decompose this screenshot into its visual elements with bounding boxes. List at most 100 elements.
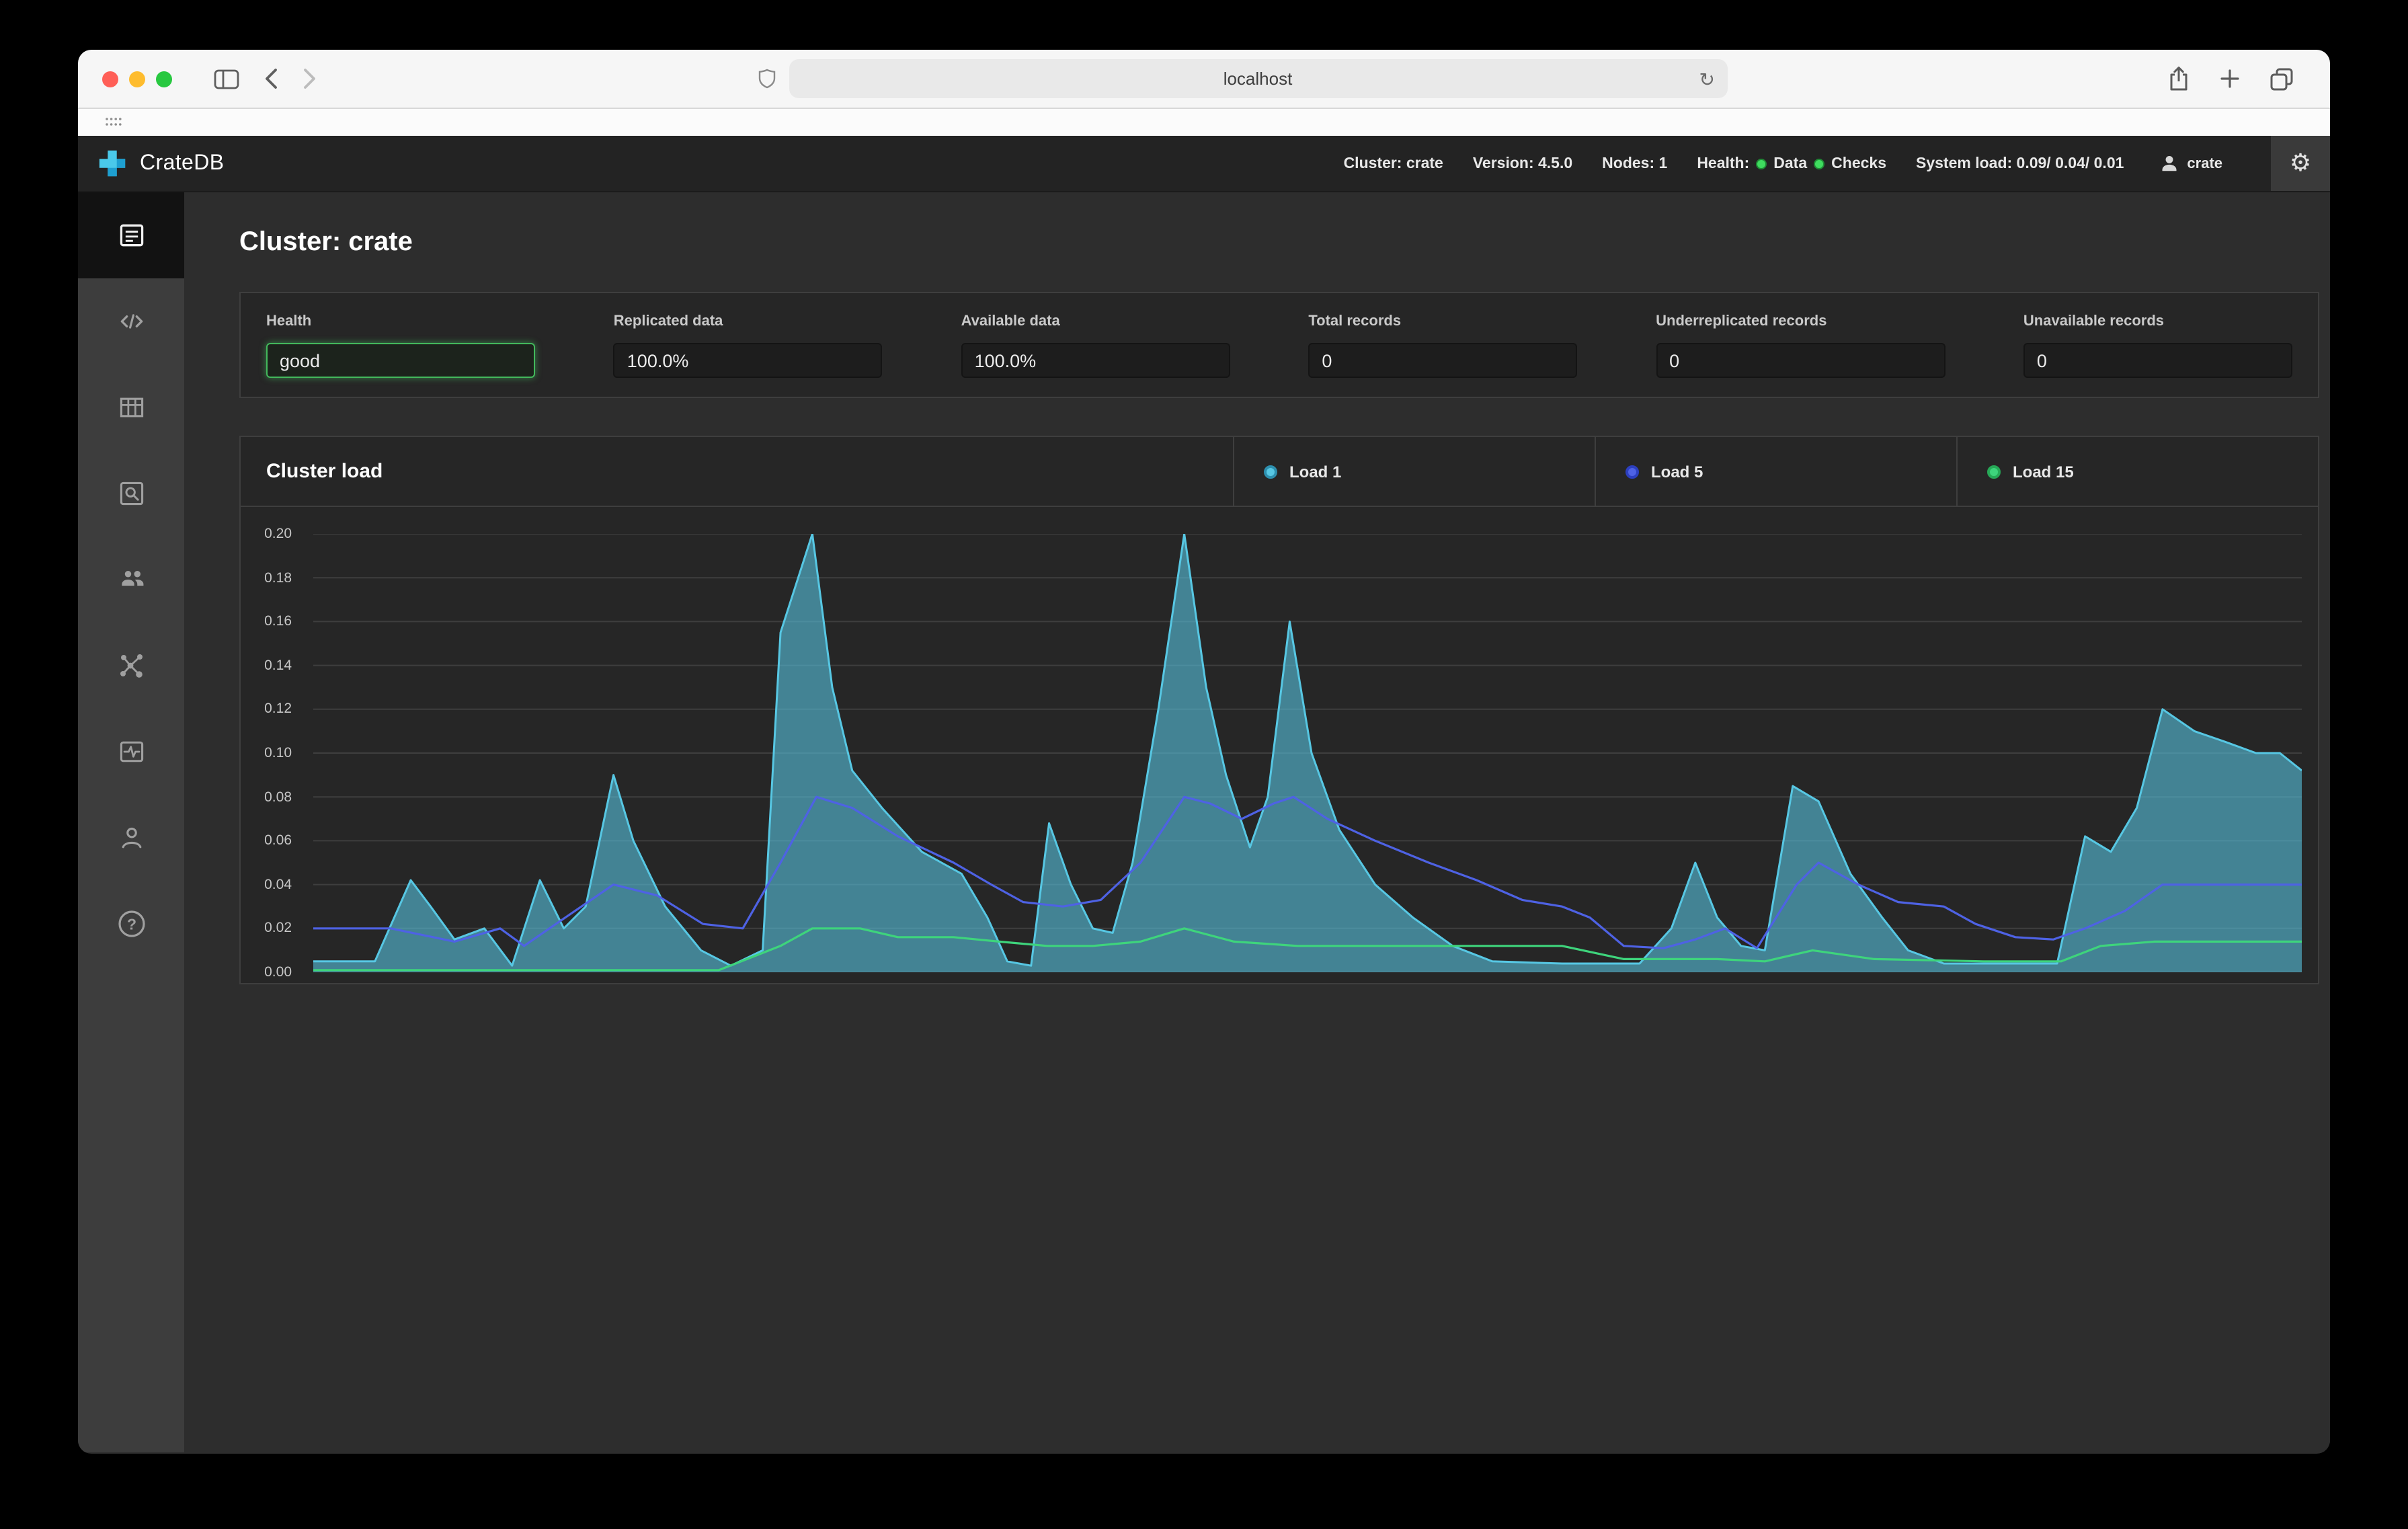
legend-label: Load 1 bbox=[1289, 462, 1342, 481]
reload-icon[interactable]: ↻ bbox=[1699, 69, 1715, 88]
browser-window: localhost ↻ CrateDB Cluster: crate Versi… bbox=[78, 50, 2330, 1454]
stat-label: Available data bbox=[961, 313, 1060, 329]
cratedb-app: CrateDB Cluster: crate Version: 4.5.0 No… bbox=[78, 136, 2330, 1452]
navbar-metrics: Cluster: crate Version: 4.5.0 Nodes: 1 H… bbox=[1344, 136, 2330, 191]
legend-dot bbox=[1987, 465, 2001, 478]
privacy-shield-icon[interactable] bbox=[758, 69, 775, 89]
user-icon bbox=[2159, 153, 2179, 173]
tab-overview-icon[interactable] bbox=[2270, 67, 2294, 91]
underreplicated-records-field[interactable] bbox=[1656, 343, 1945, 378]
brand-name: CrateDB bbox=[140, 151, 225, 174]
stat-label: Total records bbox=[1308, 313, 1402, 329]
sidebar-item-views[interactable] bbox=[78, 450, 184, 537]
y-axis-tick: 0.14 bbox=[264, 657, 292, 674]
total-records-field[interactable] bbox=[1308, 343, 1578, 378]
replicated-data-field[interactable] bbox=[613, 343, 883, 378]
cluster-load-header: Cluster load Load 1 Load 5 Load 15 bbox=[241, 437, 2318, 507]
y-axis-tick: 0.08 bbox=[264, 789, 292, 806]
toolbar-right bbox=[2155, 66, 2306, 91]
app-sidebar: ? bbox=[78, 192, 184, 1452]
address-bar[interactable]: localhost ↻ bbox=[789, 59, 1727, 98]
console-icon bbox=[115, 307, 147, 336]
back-icon[interactable] bbox=[264, 67, 278, 90]
stat-unavailable-records: Unavailable records bbox=[2023, 313, 2292, 378]
checks-health-dot-icon bbox=[1814, 158, 1825, 169]
grid-dots-icon[interactable] bbox=[105, 117, 122, 128]
sidebar-toggle-icon[interactable] bbox=[214, 68, 239, 89]
cluster-load-chart bbox=[313, 534, 2302, 972]
app-navbar: CrateDB Cluster: crate Version: 4.5.0 No… bbox=[78, 136, 2330, 192]
stat-total-records: Total records bbox=[1308, 313, 1578, 378]
user-menu[interactable]: crate bbox=[2153, 153, 2228, 173]
sidebar-item-shards[interactable] bbox=[78, 537, 184, 623]
unavailable-records-field[interactable] bbox=[2023, 343, 2292, 378]
person-icon bbox=[116, 823, 146, 853]
stat-label: Unavailable records bbox=[2023, 313, 2165, 329]
stat-label: Replicated data bbox=[613, 313, 723, 329]
settings-gear-icon[interactable]: ⚙ bbox=[2271, 136, 2330, 191]
y-axis-tick: 0.12 bbox=[264, 701, 292, 717]
y-axis-labels: 0.20 0.18 0.16 0.14 0.12 0.10 0.08 0.06 0.04 0.02… bbox=[241, 526, 304, 980]
cluster-load-chart-area: 0.20 0.18 0.16 0.14 0.12 0.10 0.08 0.06 0.04 0.02… bbox=[241, 507, 2318, 983]
legend-dot bbox=[1626, 465, 1639, 478]
sidebar-item-console[interactable] bbox=[78, 278, 184, 364]
legend-item-load1[interactable]: Load 1 bbox=[1233, 437, 1595, 506]
legend-label: Load 5 bbox=[1651, 462, 1703, 481]
url-text: localhost bbox=[1223, 69, 1293, 89]
new-tab-icon[interactable] bbox=[2220, 69, 2240, 89]
version-text: Version: 4.5.0 bbox=[1472, 155, 1573, 171]
cluster-load-title: Cluster load bbox=[266, 460, 383, 483]
stat-replicated-data: Replicated data bbox=[613, 313, 883, 378]
sidebar-item-help[interactable]: ? bbox=[78, 881, 184, 967]
favorites-bar bbox=[78, 109, 2330, 136]
available-data-field[interactable] bbox=[961, 343, 1230, 378]
y-axis-tick: 0.10 bbox=[264, 745, 292, 761]
user-name: crate bbox=[2187, 155, 2222, 171]
system-load-text: System load: 0.09/ 0.04/ 0.01 bbox=[1916, 155, 2124, 171]
stat-label: Underreplicated records bbox=[1656, 313, 1827, 329]
monitoring-icon bbox=[116, 737, 146, 767]
stat-health: Health bbox=[266, 313, 535, 378]
y-axis-tick: 0.06 bbox=[264, 832, 292, 849]
stat-available-data: Available data bbox=[961, 313, 1230, 378]
forward-icon[interactable] bbox=[303, 67, 317, 90]
cluster-graph-icon bbox=[115, 650, 147, 682]
legend-item-load15[interactable]: Load 15 bbox=[1956, 437, 2318, 506]
brand[interactable]: CrateDB bbox=[97, 148, 225, 179]
sidebar-item-privileges[interactable] bbox=[78, 795, 184, 881]
y-axis-tick: 0.20 bbox=[264, 526, 292, 542]
sidebar-item-overview[interactable] bbox=[78, 192, 184, 278]
close-window-button[interactable] bbox=[102, 71, 118, 87]
nodes-text: Nodes: 1 bbox=[1602, 155, 1668, 171]
stat-underreplicated-records: Underreplicated records bbox=[1656, 313, 1945, 378]
app-body: ? Cluster: crate Health Replicate bbox=[78, 192, 2330, 1452]
health-checks-label: Checks bbox=[1831, 155, 1886, 171]
legend-item-load5[interactable]: Load 5 bbox=[1595, 437, 1956, 506]
share-icon[interactable] bbox=[2167, 66, 2190, 91]
legend-dot bbox=[1264, 465, 1277, 478]
minimize-window-button[interactable] bbox=[129, 71, 145, 87]
y-axis-tick: 0.16 bbox=[264, 613, 292, 630]
overview-icon bbox=[116, 221, 146, 250]
fullscreen-window-button[interactable] bbox=[156, 71, 172, 87]
window-controls bbox=[102, 71, 172, 87]
svg-text:?: ? bbox=[126, 915, 136, 933]
help-icon: ? bbox=[115, 908, 147, 940]
sidebar-item-monitoring[interactable] bbox=[78, 709, 184, 795]
y-axis-tick: 0.04 bbox=[264, 876, 292, 893]
search-document-icon bbox=[116, 479, 146, 508]
y-axis-tick: 0.18 bbox=[264, 570, 292, 586]
cratedb-logo-icon bbox=[97, 148, 128, 179]
sidebar-item-tables[interactable] bbox=[78, 364, 184, 450]
tables-icon bbox=[116, 393, 146, 422]
cluster-stats-panel: Health Replicated data Available data bbox=[239, 292, 2319, 398]
health-value-field[interactable] bbox=[266, 343, 535, 378]
main-content: Cluster: crate Health Replicated data Av bbox=[184, 192, 2330, 1452]
sidebar-item-cluster[interactable] bbox=[78, 623, 184, 709]
stat-label: Health bbox=[266, 313, 312, 329]
users-icon bbox=[115, 565, 147, 594]
cluster-name-text: Cluster: crate bbox=[1343, 155, 1443, 171]
health-label: Health: bbox=[1697, 155, 1750, 171]
address-bar-area: localhost ↻ bbox=[329, 59, 2155, 98]
data-health-dot-icon bbox=[1756, 158, 1767, 169]
